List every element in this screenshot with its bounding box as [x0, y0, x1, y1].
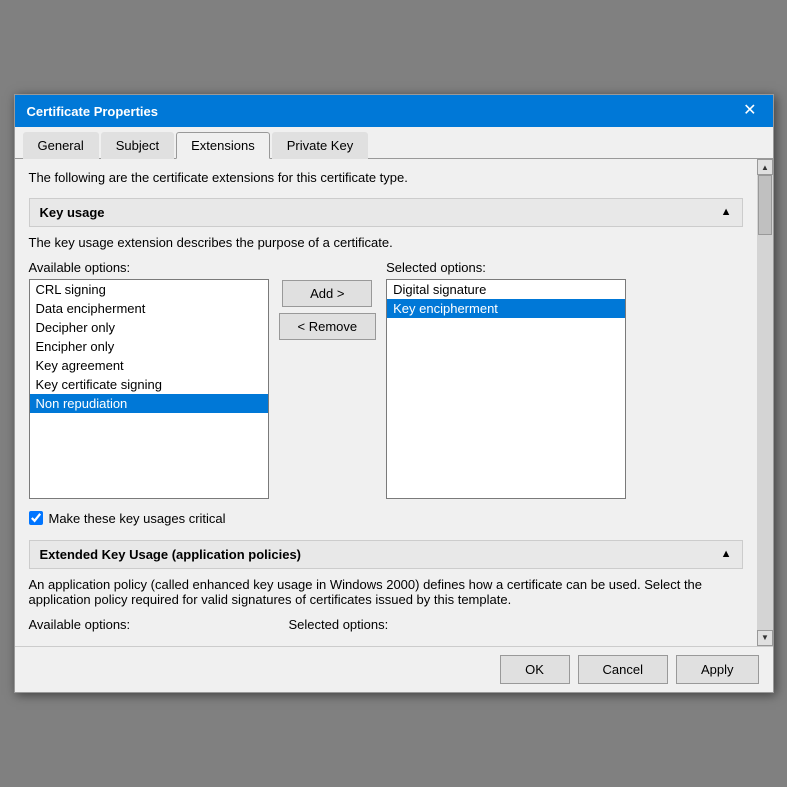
tab-private-key[interactable]: Private Key [272, 132, 368, 159]
add-remove-buttons: Add > < Remove [279, 280, 377, 340]
add-button[interactable]: Add > [282, 280, 372, 307]
extended-key-usage-header: Extended Key Usage (application policies… [29, 540, 743, 569]
list-item-data-enc[interactable]: Data encipherment [30, 299, 268, 318]
key-usage-section-header: Key usage ▲ [29, 198, 743, 227]
tab-extensions[interactable]: Extensions [176, 132, 270, 159]
selected-item-digital-sig[interactable]: Digital signature [387, 280, 625, 299]
extended-key-labels-row: Available options: Selected options: [29, 617, 743, 636]
list-item-encipher[interactable]: Encipher only [30, 337, 268, 356]
key-usage-header-label: Key usage [40, 205, 105, 220]
selected-item-key-enc[interactable]: Key encipherment [387, 299, 625, 318]
close-button[interactable]: ✕ [739, 103, 760, 119]
scroll-up-button[interactable]: ▲ [757, 159, 773, 175]
extended-key-usage-section: Extended Key Usage (application policies… [29, 540, 743, 636]
ext-selected-label: Selected options: [289, 617, 743, 632]
selected-options-panel: Selected options: Digital signature Key … [386, 260, 742, 499]
available-options-panel: Available options: CRL signing Data enci… [29, 260, 269, 499]
scroll-thumb[interactable] [758, 175, 772, 235]
critical-checkbox[interactable] [29, 511, 43, 525]
scroll-down-button[interactable]: ▼ [757, 630, 773, 646]
scroll-track[interactable] [757, 175, 773, 629]
extended-key-usage-chevron-icon: ▲ [721, 548, 732, 560]
cancel-button[interactable]: Cancel [578, 655, 668, 684]
ext-available-label: Available options: [29, 617, 269, 632]
list-item-crl[interactable]: CRL signing [30, 280, 268, 299]
main-area: The following are the certificate extens… [15, 159, 757, 645]
selected-label: Selected options: [386, 260, 742, 275]
certificate-properties-dialog: Certificate Properties ✕ General Subject… [14, 94, 774, 692]
tab-subject[interactable]: Subject [101, 132, 174, 159]
critical-checkbox-row: Make these key usages critical [29, 511, 743, 526]
intro-text: The following are the certificate extens… [29, 169, 743, 187]
list-item-decipher[interactable]: Decipher only [30, 318, 268, 337]
list-item-non-rep[interactable]: Non repudiation [30, 394, 268, 413]
content-area: The following are the certificate extens… [15, 159, 773, 645]
dialog-title: Certificate Properties [27, 104, 159, 119]
tab-bar: General Subject Extensions Private Key [15, 127, 773, 159]
apply-button[interactable]: Apply [676, 655, 759, 684]
list-item-key-agree[interactable]: Key agreement [30, 356, 268, 375]
remove-button[interactable]: < Remove [279, 313, 377, 340]
critical-label: Make these key usages critical [49, 511, 226, 526]
ok-button[interactable]: OK [500, 655, 570, 684]
available-options-list[interactable]: CRL signing Data encipherment Decipher o… [29, 279, 269, 499]
tab-general[interactable]: General [23, 132, 99, 159]
key-usage-description: The key usage extension describes the pu… [29, 235, 743, 250]
available-label: Available options: [29, 260, 269, 275]
key-usage-chevron-icon: ▲ [721, 206, 732, 218]
list-item-key-cert[interactable]: Key certificate signing [30, 375, 268, 394]
footer: OK Cancel Apply [15, 646, 773, 692]
extended-key-usage-header-label: Extended Key Usage (application policies… [40, 547, 302, 562]
key-usage-options: Available options: CRL signing Data enci… [29, 260, 743, 499]
scrollbar[interactable]: ▲ ▼ [757, 159, 773, 645]
extended-key-usage-description: An application policy (called enhanced k… [29, 577, 743, 607]
title-bar: Certificate Properties ✕ [15, 95, 773, 127]
selected-options-list[interactable]: Digital signature Key encipherment [386, 279, 626, 499]
